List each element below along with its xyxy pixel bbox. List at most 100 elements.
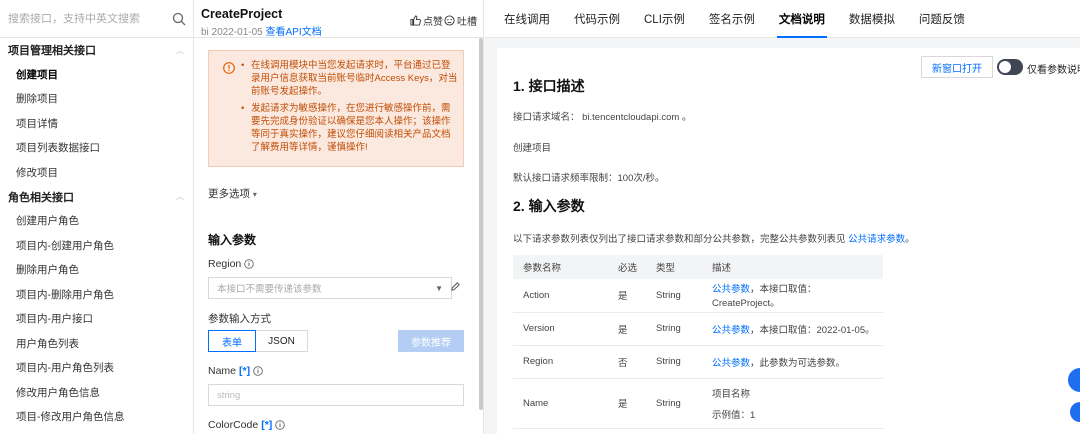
api-version: bi 2022-01-05 查看API文档 [201,23,322,38]
input-mode-label: 参数输入方式 [208,313,271,325]
nav-item-project-user-role-list[interactable]: 项目内-用户角色列表 [0,356,194,381]
edit-icon[interactable] [450,281,461,292]
search-icon[interactable] [172,12,186,26]
name-placeholder: string [217,389,241,401]
param-desc-text: 项目名称 [712,388,751,400]
api-title: CreateProject [201,7,283,21]
more-options-toggle[interactable]: 更多选项 ▾ [208,186,257,201]
nav-item-project-create-user-role[interactable]: 项目内-创建用户角色 [0,233,194,258]
tab-documentation[interactable]: 文档说明 [767,0,837,38]
nav-item-project-delete-user-role[interactable]: 项目内-删除用户角色 [0,282,194,307]
mode-form-tab[interactable]: 表单 [208,330,256,352]
table-row: Region 否 String 公共参数，此参数为可选参数。 [513,345,883,379]
info-icon[interactable] [275,420,286,430]
api-header: CreateProject bi 2022-01-05 查看API文档 点赞 吐… [194,0,484,38]
params-intro-end: 。 [905,234,915,245]
search-input[interactable] [8,12,158,25]
section-heading-input-params: 2. 输入参数 [513,198,585,214]
warning-box: 在线调用模块中当您发起请求时，平台通过已登录用户信息获取当前账号临时Access… [208,50,464,167]
thumbs-up-icon [410,15,421,26]
search-bar [0,0,194,38]
nav-item-project-user-api[interactable]: 项目内-用户接口 [0,307,194,332]
nav-group-role[interactable]: 角色相关接口 ︿ [0,185,194,209]
open-new-window-button[interactable]: 新窗口打开 [921,56,993,78]
api-doc-link[interactable]: 查看API文档 [266,27,322,38]
only-params-toggle[interactable] [997,59,1023,75]
param-desc: 项目名称示例值：1 [702,378,883,429]
table-row: Version 是 String 公共参数，本接口取值：2022-01-05。 [513,312,883,346]
params-table: 参数名称 必选 类型 描述 Action 是 String 公共参数，本接口取值… [513,255,883,429]
region-select[interactable]: 本接口不需要传递该参数 ▼ [208,277,452,299]
tab-signature-example[interactable]: 签名示例 [697,0,767,38]
param-recommend-button[interactable]: 参数推荐 [398,330,464,352]
table-row: Action 是 String 公共参数，本接口取值：CreateProject… [513,279,883,313]
name-input[interactable]: string [208,384,464,406]
common-params-link[interactable]: 公共请求参数 [848,234,905,245]
param-required: 是 [608,378,646,429]
common-params-link[interactable]: 公共参数 [712,358,750,369]
param-desc-text: ，此参数为可选参数。 [750,357,846,369]
param-example: 示例值：1 [712,409,756,421]
region-label: Region [208,258,255,270]
param-desc: 公共参数，此参数为可选参数。 [702,345,883,379]
info-icon[interactable] [244,259,255,269]
feedback-button[interactable]: 吐槽 [444,13,477,28]
warning-list: 在线调用模块中当您发起请求时，平台通过已登录用户信息获取当前账号临时Access… [241,59,459,158]
nav-item-create-project[interactable]: 创建项目 [0,62,194,87]
section-heading-description: 1. 接口描述 [513,78,585,94]
mode-json-tab[interactable]: JSON [256,330,308,352]
nav-item-delete-project[interactable]: 删除项目 [0,87,194,112]
info-icon[interactable] [253,366,263,376]
common-params-link[interactable]: 公共参数 [712,325,750,336]
table-header: 类型 [646,255,702,279]
nav-item-project-detail[interactable]: 项目详情 [0,111,194,136]
like-label: 点赞 [423,17,443,28]
tab-cli-example[interactable]: CLI示例 [632,0,697,38]
top-tabs: 在线调用 代码示例 CLI示例 签名示例 文档说明 数据模拟 问题反馈 [484,0,1080,38]
face-icon [444,15,455,26]
app-root: 项目管理相关接口 ︿ 创建项目 删除项目 项目详情 项目列表数据接口 修改项目 角… [0,0,1080,434]
tab-online-call[interactable]: 在线调用 [492,0,562,38]
nav-item-modify-user-role[interactable]: 修改用户角色信息 [0,380,194,405]
region-placeholder: 本接口不需要传递该参数 [217,284,322,295]
nav-item-create-user-role[interactable]: 创建用户角色 [0,209,194,234]
table-header-row: 参数名称 必选 类型 描述 [513,255,883,279]
rate-limit-text: 默认接口请求频率限制：100次/秒。 [513,173,665,184]
api-version-text: bi 2022-01-05 [201,27,263,38]
nav-item-user-role-list[interactable]: 用户角色列表 [0,331,194,356]
common-params-link[interactable]: 公共参数 [712,284,750,295]
input-params-title: 输入参数 [208,233,257,247]
description-text: 创建项目 [513,143,552,154]
panel-scrollbar[interactable] [479,38,483,410]
api-nav: 项目管理相关接口 ︿ 创建项目 删除项目 项目详情 项目列表数据接口 修改项目 角… [0,38,194,429]
param-name: Name [513,378,608,429]
warning-item: 在线调用模块中当您发起请求时，平台通过已登录用户信息获取当前账号临时Access… [241,59,459,98]
param-name: Action [513,279,608,313]
param-name: Version [513,312,608,346]
param-name: Region [513,345,608,379]
input-mode-switch: 表单 JSON [208,330,308,352]
chevron-up-icon: ︿ [176,45,184,55]
table-header: 参数名称 [513,255,608,279]
tab-feedback[interactable]: 问题反馈 [907,0,977,38]
param-desc: 公共参数，本接口取值：2022-01-05。 [702,312,883,346]
table-row: Name 是 String 项目名称示例值：1 [513,378,883,429]
nav-item-project-modify-user-role[interactable]: 项目-修改用户角色信息 [0,405,194,430]
params-intro: 以下请求参数列表仅列出了接口请求参数和部分公共参数，完整公共参数列表见 公共请求… [513,231,915,245]
nav-group-project[interactable]: 项目管理相关接口 ︿ [0,38,194,62]
caret-down-icon: ▼ [435,283,443,293]
nav-item-project-list[interactable]: 项目列表数据接口 [0,136,194,161]
tab-code-example[interactable]: 代码示例 [562,0,632,38]
param-type: String [646,345,702,379]
nav-group-label: 角色相关接口 [8,191,74,204]
like-button[interactable]: 点赞 [410,13,443,28]
table-header: 必选 [608,255,646,279]
nav-item-delete-user-role[interactable]: 删除用户角色 [0,258,194,283]
nav-group-label: 项目管理相关接口 [8,45,96,57]
nav-item-modify-project[interactable]: 修改项目 [0,160,194,185]
domain-text: 接口请求域名： bi.tencentcloudapi.com 。 [513,112,692,123]
region-label-text: Region [208,258,242,270]
colorcode-label-text: ColorCode [208,419,259,431]
tab-data-mock[interactable]: 数据模拟 [837,0,907,38]
param-type: String [646,378,702,429]
